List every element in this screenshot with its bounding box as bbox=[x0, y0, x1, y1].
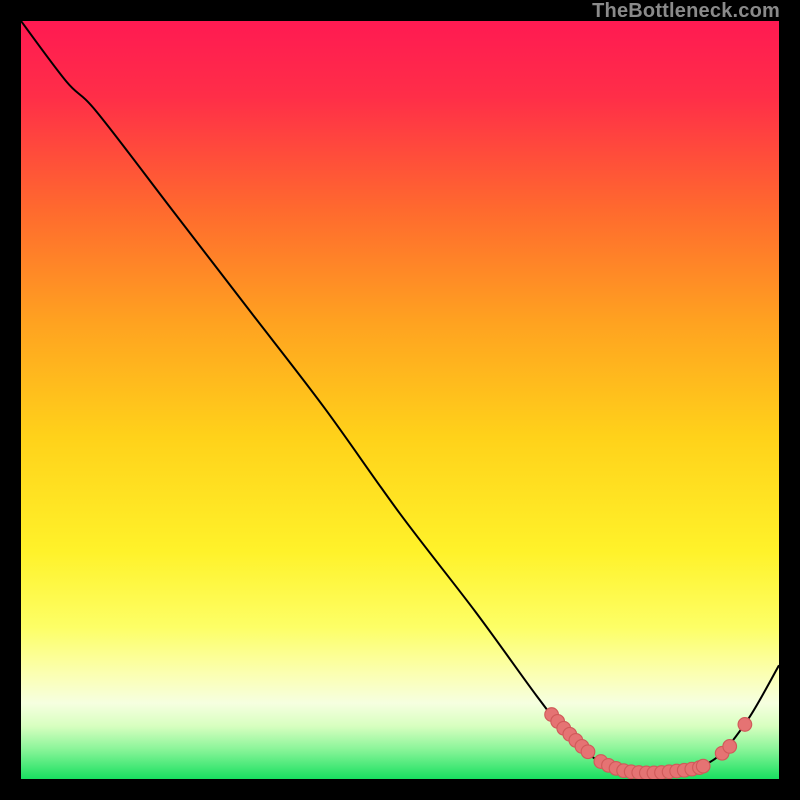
bottleneck-curve bbox=[21, 21, 779, 779]
data-marker bbox=[581, 745, 595, 759]
data-marker bbox=[738, 718, 752, 732]
data-marker bbox=[696, 759, 710, 773]
attribution-text: TheBottleneck.com bbox=[592, 0, 780, 23]
plot-area bbox=[21, 21, 779, 779]
curve-path bbox=[21, 21, 779, 773]
data-marker bbox=[723, 740, 737, 754]
chart-frame: TheBottleneck.com bbox=[0, 0, 800, 800]
